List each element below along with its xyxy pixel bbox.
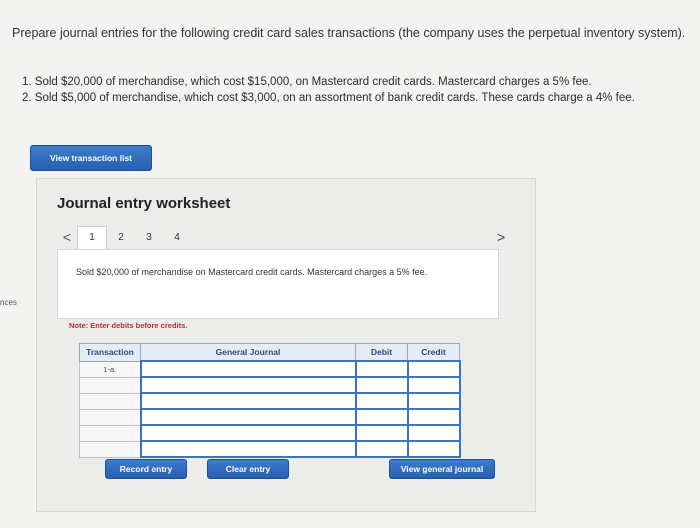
page-2-tab[interactable]: 2 [107,226,135,248]
transaction-cell [79,376,141,394]
transaction-cell [79,392,141,410]
entry-note: Note: Enter debits before credits. [69,321,188,330]
prev-arrow-icon[interactable]: < [57,229,77,245]
credit-input[interactable] [406,376,461,394]
credit-input[interactable] [406,424,461,442]
col-debit: Debit [355,343,408,362]
journal-table: Transaction General Journal Debit Credit… [79,343,461,458]
worksheet-pager: < 1 2 3 4 [57,225,191,249]
transaction-description-box: Sold $20,000 of merchandise on Mastercar… [57,249,499,319]
account-input[interactable] [139,392,357,410]
page-3-tab[interactable]: 3 [135,226,163,248]
transaction-cell [79,424,141,442]
col-transaction: Transaction [79,343,141,362]
account-input[interactable] [139,360,357,378]
debit-input[interactable] [354,440,409,458]
transaction-description: Sold $20,000 of merchandise on Mastercar… [76,267,428,277]
item-1: 1. Sold $20,000 of merchandise, which co… [22,76,592,88]
page-4-tab[interactable]: 4 [163,226,191,248]
transaction-items: 1. Sold $20,000 of merchandise, which co… [22,74,635,106]
question-prompt: Prepare journal entries for the followin… [12,26,686,40]
debit-input[interactable] [354,392,409,410]
account-input[interactable] [139,424,357,442]
worksheet-title: Journal entry worksheet [57,195,231,212]
record-entry-button[interactable]: Record entry [105,459,187,479]
view-general-journal-button[interactable]: View general journal [389,459,495,479]
journal-worksheet: Journal entry worksheet < 1 2 3 4 > Sold… [36,178,536,512]
debit-input[interactable] [354,360,409,378]
credit-input[interactable] [406,440,461,458]
clear-entry-button[interactable]: Clear entry [207,459,289,479]
credit-input[interactable] [406,360,461,378]
credit-input[interactable] [406,392,461,410]
table-row [79,440,461,458]
col-general-journal: General Journal [140,343,356,362]
account-input[interactable] [139,440,357,458]
debit-input[interactable] [354,408,409,426]
side-label: nces [0,298,17,307]
credit-input[interactable] [406,408,461,426]
transaction-cell [79,408,141,426]
next-arrow-icon[interactable]: > [497,229,505,245]
col-credit: Credit [407,343,460,362]
table-row [79,408,461,426]
table-row [79,376,461,394]
debit-input[interactable] [354,424,409,442]
debit-input[interactable] [354,376,409,394]
page-1-tab[interactable]: 1 [77,225,107,249]
transaction-cell [79,440,141,458]
table-row: 1-a. [79,360,461,378]
item-2: 2. Sold $5,000 of merchandise, which cos… [22,92,635,104]
account-input[interactable] [139,408,357,426]
journal-header-row: Transaction General Journal Debit Credit [79,343,460,362]
transaction-cell: 1-a. [79,360,141,378]
account-input[interactable] [139,376,357,394]
table-row [79,424,461,442]
table-row [79,392,461,410]
view-transaction-list-button[interactable]: View transaction list [30,145,152,171]
